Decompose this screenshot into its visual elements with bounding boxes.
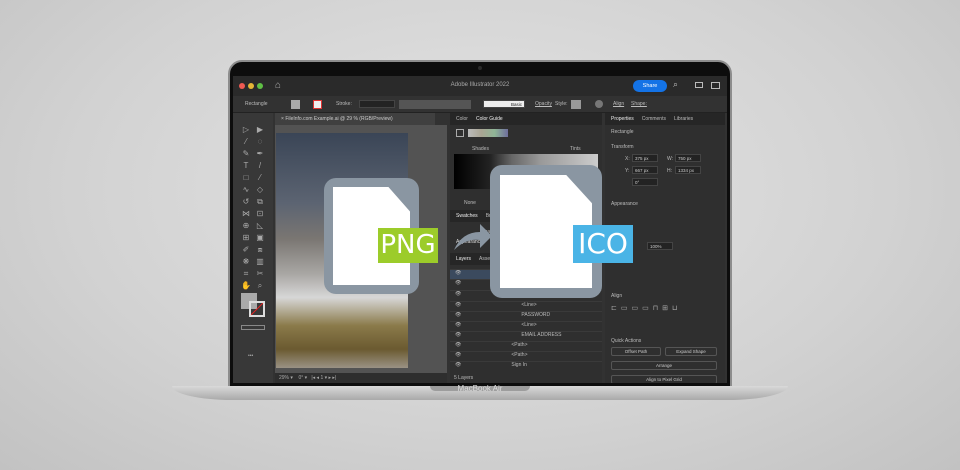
pen-tool-icon[interactable]: ✎ bbox=[240, 149, 252, 159]
x-field[interactable]: 375 px bbox=[632, 154, 658, 162]
more-tools-icon[interactable]: ••• bbox=[248, 353, 253, 359]
perspective-grid-icon[interactable]: ◺ bbox=[254, 221, 266, 231]
layers-count: 5 Layers bbox=[454, 375, 474, 381]
tab-swatches[interactable]: Swatches bbox=[456, 213, 478, 219]
document-tab-label: FileInfo.com Example.ai @ 29 % (RGB/Prev… bbox=[285, 116, 393, 122]
tab-layers[interactable]: Layers bbox=[456, 256, 471, 262]
selection-type: Rectangle bbox=[611, 129, 634, 135]
width-tool-icon[interactable]: ⋈ bbox=[240, 209, 252, 219]
base-color-swatch[interactable] bbox=[456, 129, 464, 137]
y-field[interactable]: 667 px bbox=[632, 166, 658, 174]
align-heading: Align bbox=[611, 293, 623, 299]
layer-row[interactable]: 👁 <Path> bbox=[450, 351, 602, 361]
symbol-sprayer-icon[interactable]: ❋ bbox=[240, 257, 252, 267]
curvature-tool-icon[interactable]: ✒ bbox=[254, 149, 266, 159]
tab-color-guide[interactable]: Color Guide bbox=[476, 116, 503, 122]
style-swatch[interactable] bbox=[571, 100, 581, 109]
gradient-tool-icon[interactable]: ▣ bbox=[254, 233, 266, 243]
zoom-tool-icon[interactable]: ⌕ bbox=[254, 281, 266, 291]
search-icon[interactable]: ⌕ bbox=[673, 79, 678, 90]
artboard-tool-icon[interactable]: ⌗ bbox=[240, 269, 252, 279]
recolor-icon[interactable] bbox=[595, 100, 603, 108]
stroke-label: Stroke: bbox=[336, 101, 352, 107]
hand-tool-icon[interactable]: ✋ bbox=[240, 281, 252, 291]
align-icons[interactable]: ⊏▭▭▭⊓⊞⊔ bbox=[611, 304, 682, 312]
opacity-link[interactable]: Opacity bbox=[535, 101, 552, 107]
free-transform-icon[interactable]: ⊡ bbox=[254, 209, 266, 219]
zoom-level[interactable]: 29% bbox=[279, 375, 289, 381]
slice-tool-icon[interactable]: ✂ bbox=[254, 269, 266, 279]
align-link[interactable]: Align bbox=[613, 101, 624, 107]
selection-tool-icon[interactable]: ▷ bbox=[240, 125, 252, 135]
offset-path-button[interactable]: Offset Path bbox=[611, 347, 661, 356]
style-label: Style: bbox=[555, 101, 568, 107]
type-tool-icon[interactable]: T bbox=[240, 161, 252, 171]
harmony-rules[interactable] bbox=[468, 129, 508, 137]
status-bar: 29% ▾ 0° ▾ |◂ ◂ 1 ▾ ▸ ▸| bbox=[275, 373, 447, 383]
paintbrush-icon[interactable]: ⁄ bbox=[254, 173, 266, 183]
toolbar: ▷ ▶ ⁄ ◌ ✎ ✒ T / □ ⁄ ∿ ◇ ↺ ⧉ ⋈ ⊡ ⊕ ◺ ⊞ ▣ … bbox=[233, 113, 273, 383]
share-button[interactable]: Share bbox=[633, 80, 667, 92]
brush-field[interactable]: Basic bbox=[483, 100, 525, 108]
stroke-weight-field[interactable] bbox=[359, 100, 395, 108]
fill-swatch[interactable] bbox=[291, 100, 300, 109]
expand-shape-button[interactable]: Expand Shape bbox=[665, 347, 717, 356]
tab-properties[interactable]: Properties bbox=[611, 116, 634, 122]
magic-wand-icon[interactable]: ⁄ bbox=[240, 137, 252, 147]
stroke-swatch[interactable] bbox=[313, 100, 322, 109]
appearance-heading: Appearance bbox=[611, 201, 638, 207]
artboard-number[interactable]: 1 bbox=[320, 375, 323, 381]
graph-tool-icon[interactable]: ▥ bbox=[254, 257, 266, 267]
stroke-color[interactable] bbox=[249, 301, 265, 317]
shape-link[interactable]: Shape: bbox=[631, 101, 647, 107]
align-pixel-grid-button[interactable]: Align to Pixel Grid bbox=[611, 375, 717, 383]
panels-icon[interactable] bbox=[711, 82, 720, 89]
layer-row[interactable]: 👁 <Line> bbox=[450, 301, 602, 311]
eraser-icon[interactable]: ◇ bbox=[254, 185, 266, 195]
color-mode-buttons[interactable] bbox=[241, 325, 265, 330]
width-field[interactable]: 750 px bbox=[675, 154, 701, 162]
arrange-button[interactable]: Arrange bbox=[611, 361, 717, 370]
object-type-label: Rectangle bbox=[245, 101, 268, 107]
layer-row[interactable]: 👁 PASSWORD bbox=[450, 311, 602, 321]
control-bar: Rectangle Stroke: Basic Opacity Style: A… bbox=[233, 96, 727, 113]
shaper-tool-icon[interactable]: ∿ bbox=[240, 185, 252, 195]
scale-tool-icon[interactable]: ⧉ bbox=[254, 197, 266, 207]
line-tool-icon[interactable]: / bbox=[254, 161, 266, 171]
arrange-documents-icon[interactable] bbox=[695, 82, 703, 88]
none-label: None bbox=[464, 200, 476, 206]
ico-label: ICO bbox=[573, 225, 633, 263]
layer-row[interactable]: 👁 <Line> bbox=[450, 321, 602, 331]
lasso-icon[interactable]: ◌ bbox=[254, 137, 266, 147]
rectangle-tool-icon[interactable]: □ bbox=[240, 173, 252, 183]
title-bar: ⌂ Adobe Illustrator 2022 Share ⌕ bbox=[233, 76, 727, 96]
tab-libraries[interactable]: Libraries bbox=[674, 116, 693, 122]
mesh-tool-icon[interactable]: ⊞ bbox=[240, 233, 252, 243]
blend-tool-icon[interactable]: ⧈ bbox=[254, 245, 266, 255]
tab-comments[interactable]: Comments bbox=[642, 116, 666, 122]
device-label: MacBook Air bbox=[457, 384, 503, 393]
height-field[interactable]: 1334 px bbox=[675, 166, 701, 174]
tab-color[interactable]: Color bbox=[456, 116, 468, 122]
shape-builder-icon[interactable]: ⊕ bbox=[240, 221, 252, 231]
eyedropper-icon[interactable]: ✐ bbox=[240, 245, 252, 255]
tints-label: Tints bbox=[570, 146, 581, 152]
arrow-icon bbox=[454, 224, 492, 250]
variable-width-field[interactable] bbox=[399, 100, 471, 109]
rotate-tool-icon[interactable]: ↺ bbox=[240, 197, 252, 207]
layer-row[interactable]: 👁 <Path> bbox=[450, 341, 602, 351]
document-tab[interactable]: × FileInfo.com Example.ai @ 29 % (RGB/Pr… bbox=[275, 113, 435, 125]
shades-label: Shades bbox=[472, 146, 489, 152]
rotate-field[interactable]: 0° bbox=[632, 178, 658, 186]
layer-row[interactable]: 👁 Sign In bbox=[450, 361, 602, 371]
rotation-field[interactable]: 0° bbox=[298, 375, 303, 381]
camera bbox=[478, 66, 482, 70]
direct-selection-tool-icon[interactable]: ▶ bbox=[254, 125, 266, 135]
opacity-field[interactable]: 100% bbox=[647, 242, 673, 250]
png-label: PNG bbox=[378, 228, 438, 263]
layer-row[interactable]: 👁 EMAIL ADDRESS bbox=[450, 331, 602, 341]
quick-actions-heading: Quick Actions bbox=[611, 338, 642, 344]
transform-heading: Transform bbox=[611, 144, 634, 150]
